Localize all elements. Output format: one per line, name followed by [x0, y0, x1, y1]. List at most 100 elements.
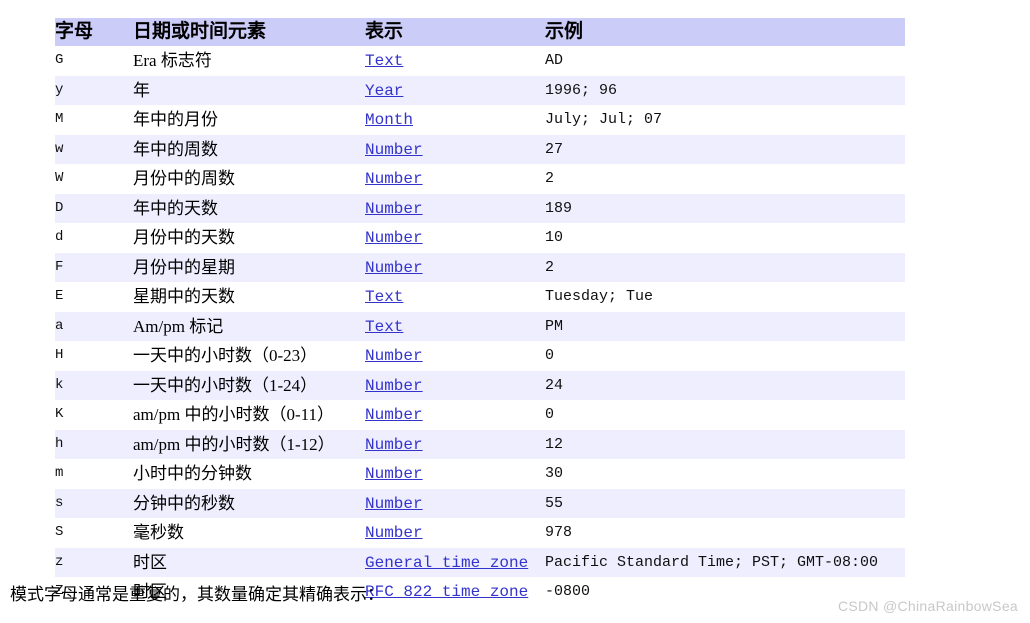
table-row: a Am/pm 标记 Text PM: [55, 311, 905, 341]
cell-presentation: Number: [365, 134, 545, 164]
cell-presentation: Number: [365, 164, 545, 194]
cell-presentation: Number: [365, 488, 545, 518]
column-header-element: 日期或时间元素: [133, 18, 365, 46]
cell-presentation: Text: [365, 311, 545, 341]
cell-example: 27: [545, 134, 905, 164]
cell-letter: s: [55, 488, 133, 518]
presentation-link[interactable]: Text: [365, 52, 403, 70]
table-row: m 小时中的分钟数 Number 30: [55, 459, 905, 489]
cell-presentation: Number: [365, 223, 545, 253]
table-row: y 年 Year 1996; 96: [55, 75, 905, 105]
presentation-link[interactable]: Text: [365, 318, 403, 336]
presentation-link[interactable]: General time zone: [365, 554, 528, 572]
cell-example: 10: [545, 223, 905, 253]
presentation-link[interactable]: Number: [365, 200, 423, 218]
table-row: k 一天中的小时数（1-24） Number 24: [55, 370, 905, 400]
table-row: F 月份中的星期 Number 2: [55, 252, 905, 282]
cell-letter: W: [55, 164, 133, 194]
table-row: s 分钟中的秒数 Number 55: [55, 488, 905, 518]
cell-element: 小时中的分钟数: [133, 459, 365, 489]
cell-example: Pacific Standard Time; PST; GMT-08:00: [545, 547, 905, 577]
table-row: z 时区 General time zone Pacific Standard Tim…: [55, 547, 905, 577]
table-row: H 一天中的小时数（0-23） Number 0: [55, 341, 905, 371]
presentation-link[interactable]: Number: [365, 495, 423, 513]
cell-element: Era 标志符: [133, 46, 365, 76]
presentation-link[interactable]: Number: [365, 170, 423, 188]
column-header-letter: 字母: [55, 18, 133, 46]
cell-example: 30: [545, 459, 905, 489]
presentation-link[interactable]: Number: [365, 524, 423, 542]
cell-element: 年中的月份: [133, 105, 365, 135]
presentation-link[interactable]: Number: [365, 406, 423, 424]
table-row: G Era 标志符 Text AD: [55, 46, 905, 76]
cell-presentation: Number: [365, 459, 545, 489]
presentation-link[interactable]: Number: [365, 347, 423, 365]
cell-presentation: Text: [365, 46, 545, 76]
table-row: M 年中的月份 Month July; Jul; 07: [55, 105, 905, 135]
cell-element: 年中的周数: [133, 134, 365, 164]
cell-letter: D: [55, 193, 133, 223]
table-row: E 星期中的天数 Text Tuesday; Tue: [55, 282, 905, 312]
presentation-link[interactable]: Month: [365, 111, 413, 129]
cell-element: 月份中的星期: [133, 252, 365, 282]
cell-letter: K: [55, 400, 133, 430]
table-row: h am/pm 中的小时数（1-12） Number 12: [55, 429, 905, 459]
cell-example: AD: [545, 46, 905, 76]
cell-example: 189: [545, 193, 905, 223]
table-row: S 毫秒数 Number 978: [55, 518, 905, 548]
cell-example: Tuesday; Tue: [545, 282, 905, 312]
cell-example: 0: [545, 400, 905, 430]
cell-element: 星期中的天数: [133, 282, 365, 312]
table-row: W 月份中的周数 Number 2: [55, 164, 905, 194]
cell-example: 12: [545, 429, 905, 459]
presentation-link[interactable]: Year: [365, 82, 403, 100]
cell-letter: G: [55, 46, 133, 76]
presentation-link[interactable]: Number: [365, 141, 423, 159]
presentation-link[interactable]: RFC 822 time zone: [365, 583, 528, 601]
presentation-link[interactable]: Text: [365, 288, 403, 306]
cell-element: 月份中的天数: [133, 223, 365, 253]
cell-letter: k: [55, 370, 133, 400]
cell-presentation: Number: [365, 370, 545, 400]
table-row: w 年中的周数 Number 27: [55, 134, 905, 164]
cell-presentation: Number: [365, 518, 545, 548]
watermark: CSDN @ChinaRainbowSea: [837, 598, 1018, 614]
cell-example: 2: [545, 164, 905, 194]
cell-letter: z: [55, 547, 133, 577]
cell-example: PM: [545, 311, 905, 341]
presentation-link[interactable]: Number: [365, 229, 423, 247]
cell-letter: a: [55, 311, 133, 341]
cell-element: 年中的天数: [133, 193, 365, 223]
cell-letter: m: [55, 459, 133, 489]
presentation-link[interactable]: Number: [365, 377, 423, 395]
table-header-row: 字母 日期或时间元素 表示 示例: [55, 18, 905, 46]
cell-presentation: Number: [365, 341, 545, 371]
table-body: G Era 标志符 Text AD y 年 Year 1996; 96 M 年中的月份 Month J…: [55, 46, 905, 607]
cell-letter: M: [55, 105, 133, 135]
cell-letter: y: [55, 75, 133, 105]
cell-element: 毫秒数: [133, 518, 365, 548]
presentation-link[interactable]: Number: [365, 436, 423, 454]
cell-element: am/pm 中的小时数（0-11）: [133, 400, 365, 430]
cell-presentation: Number: [365, 252, 545, 282]
table-row: Kam/pm 中的小时数（0-11） Number 0: [55, 400, 905, 430]
cell-presentation: Number: [365, 400, 545, 430]
column-header-example: 示例: [545, 18, 905, 46]
cell-example: 978: [545, 518, 905, 548]
column-header-presentation: 表示: [365, 18, 545, 46]
cell-letter: d: [55, 223, 133, 253]
cell-letter: w: [55, 134, 133, 164]
cell-element: 年: [133, 75, 365, 105]
cell-presentation: Month: [365, 105, 545, 135]
cell-element: 时区: [133, 547, 365, 577]
cell-presentation: General time zone: [365, 547, 545, 577]
cell-presentation: Number: [365, 429, 545, 459]
cell-example: 55: [545, 488, 905, 518]
cell-element: 月份中的周数: [133, 164, 365, 194]
cell-element: am/pm 中的小时数（1-12）: [133, 429, 365, 459]
presentation-link[interactable]: Number: [365, 259, 423, 277]
cell-letter: F: [55, 252, 133, 282]
presentation-link[interactable]: Number: [365, 465, 423, 483]
cell-example: 1996; 96: [545, 75, 905, 105]
table-row: D 年中的天数 Number 189: [55, 193, 905, 223]
